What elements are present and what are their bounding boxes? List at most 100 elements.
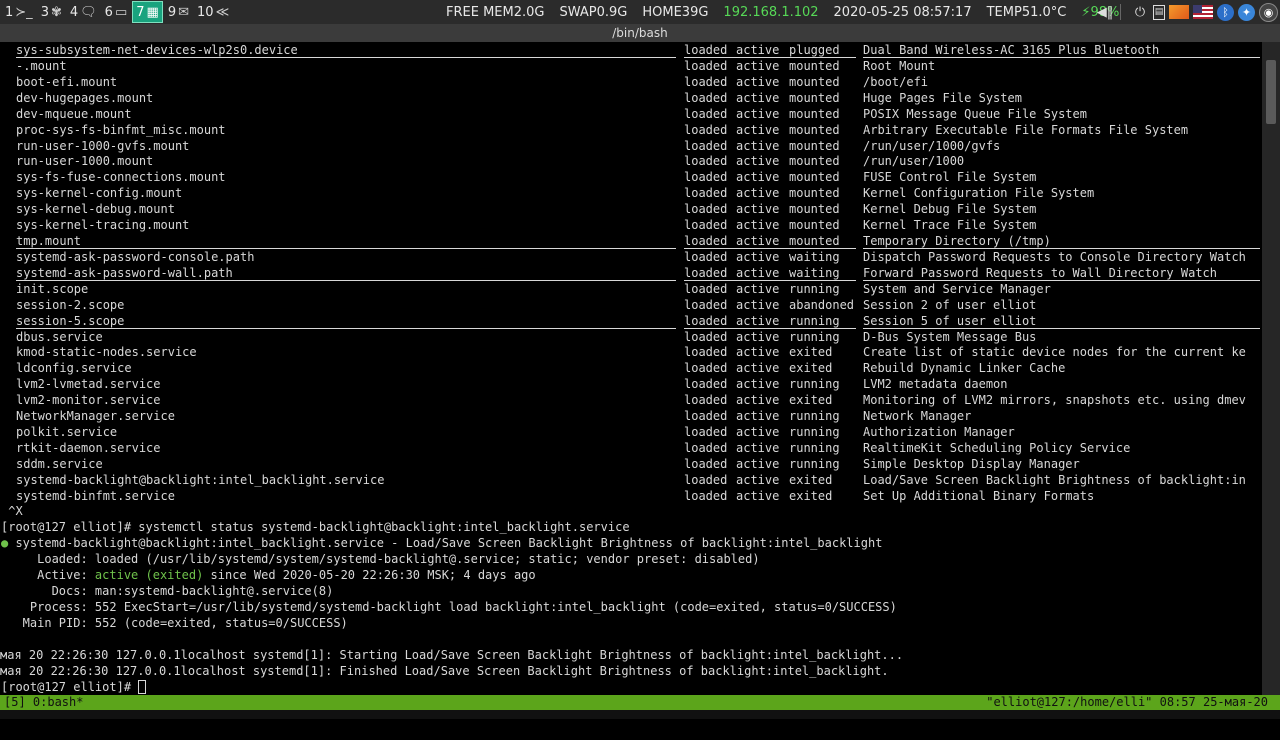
unit-name: dbus.service (16, 329, 103, 344)
volume-icon[interactable]: ◀‖ (1096, 3, 1114, 21)
unit-row: lvm2-lvmetad.service loaded active running L… (0, 376, 1280, 392)
unit-name: polkit.service (16, 425, 118, 440)
unit-load-state: loaded (684, 409, 728, 424)
power-icon[interactable]: ⏻ (1131, 3, 1149, 21)
workspace-7[interactable]: 7 ▦ (132, 1, 163, 23)
unit-load-state: loaded (684, 361, 728, 376)
unit-sub-state: mounted (789, 74, 840, 89)
unit-row: systemd-ask-password-wall.path loaded acti… (0, 265, 1280, 281)
unit-active-state: active (736, 297, 780, 312)
unit-sub-state: exited (789, 488, 833, 503)
unit-description: Session 2 of user elliot (863, 297, 1037, 312)
mail-icon: ✉ (178, 4, 190, 20)
unit-name: init.scope (16, 281, 89, 296)
unit-active-state: active (736, 58, 780, 73)
unit-load-state: loaded (684, 345, 728, 360)
unit-sub-state: running (789, 409, 840, 424)
us-flag-icon[interactable] (1193, 5, 1213, 19)
unit-load-state: loaded (684, 488, 728, 503)
status-main-pid: Main PID: 552 (code=exited, status=0/SUC… (1, 615, 348, 631)
unit-sub-state: mounted (789, 138, 840, 153)
unit-description: Network Manager (863, 409, 972, 424)
unit-load-state: loaded (684, 90, 728, 105)
unit-description: LVM2 metadata daemon (863, 377, 1008, 392)
unit-load-state: loaded (684, 234, 728, 249)
unit-name: lvm2-monitor.service (16, 393, 161, 408)
workspace-number: 10 (197, 4, 214, 20)
unit-description: Set Up Additional Binary Formats (863, 488, 1095, 503)
workspace-3[interactable]: 3 ✾ (38, 1, 65, 23)
bottom-edge (0, 710, 1280, 719)
journal-text: мая 20 22:26:30 127.0.0.1localhost syste… (0, 648, 904, 662)
unit-name: sys-kernel-tracing.mount (16, 218, 190, 233)
app-indicator-icon[interactable]: ◉ (1259, 2, 1278, 22)
unit-active-state: active (736, 425, 780, 440)
unit-load-state: loaded (684, 43, 728, 57)
unit-description: Arbitrary Executable File Formats File S… (863, 122, 1189, 137)
unit-load-state: loaded (684, 281, 728, 296)
unit-active-state: active (736, 43, 780, 57)
unit-load-state: loaded (684, 425, 728, 440)
bluetooth-icon[interactable]: ᛒ (1217, 3, 1234, 21)
text-cursor[interactable] (138, 680, 147, 694)
workspace-4[interactable]: 4 🗨 (67, 1, 100, 23)
tray-separator (1120, 4, 1121, 20)
unit-name: kmod-static-nodes.service (16, 345, 197, 360)
journal-line-1: мая 20 22:26:30 127.0.0.1localhost syste… (0, 647, 903, 663)
tmux-status-right: "elliot@127:/home/elli" 08:57 25-мая-20 (986, 695, 1268, 709)
status-header-text: systemd-backlight@backlight:intel_backli… (8, 536, 883, 550)
chat-icon: 🗨 (80, 4, 97, 20)
workspace-1[interactable]: 1 ≻_ (2, 1, 36, 23)
workspace-10[interactable]: 10 ≪ (194, 1, 232, 23)
unit-description: Create list of static device nodes for t… (863, 345, 1246, 360)
shell-prompt: [root@127 elliot]# (1, 679, 147, 695)
unit-row: ldconfig.service loaded active exited Rebuil… (0, 360, 1280, 376)
unit-description: RealtimeKit Scheduling Policy Service (863, 441, 1131, 455)
tmux-window-list[interactable]: [5] 0:bash* (4, 695, 83, 710)
terminal-icon: ≻_ (15, 4, 33, 20)
unit-load-state: loaded (684, 441, 728, 455)
active-label: Active: (1, 568, 95, 582)
unit-name: proc-sys-fs-binfmt_misc.mount (16, 122, 226, 137)
unit-description: /run/user/1000/gvfs (863, 138, 1001, 153)
unit-sub-state: waiting (789, 249, 840, 264)
unit-description: /boot/efi (863, 74, 929, 89)
status-header: ● systemd-backlight@backlight:intel_back… (1, 535, 882, 551)
workspace-number: 6 (104, 4, 113, 20)
unit-load-state: loaded (684, 170, 728, 185)
unit-row: run-user-1000-gvfs.mount loaded active moun… (0, 138, 1280, 154)
unit-active-state: active (736, 74, 780, 89)
unit-description: D-Bus System Message Bus (863, 329, 1037, 344)
unit-active-state: active (736, 218, 780, 233)
unit-load-state: loaded (684, 393, 728, 408)
unit-row: polkit.service loaded active running Authori… (0, 424, 1280, 440)
unit-sub-state: abandoned (789, 297, 855, 312)
terminal[interactable]: sys-subsystem-net-devices-wlp2s0.device l… (0, 42, 1280, 695)
image-viewer-icon[interactable] (1169, 5, 1189, 19)
unit-row: systemd-binfmt.service loaded active exited… (0, 488, 1280, 504)
clock[interactable]: 2020-05-25 08:57:17 (834, 5, 972, 20)
top-panel: 1 ≻_ 3 ✾ 4 🗨 6 ▭ 7 ▦ 9 ✉ 10 ≪ FREE MEM2.0G SWAP0.9G H… (0, 0, 1280, 24)
unit-name: run-user-1000.mount (16, 154, 154, 169)
unit-active-state: active (736, 234, 780, 249)
unit-name: ldconfig.service (16, 361, 132, 376)
workspace-9[interactable]: 9 ✉ (165, 1, 192, 23)
scrollbar[interactable] (1262, 42, 1280, 695)
clipboard-icon[interactable]: ▤ (1153, 4, 1165, 20)
unit-active-state: active (736, 409, 780, 424)
scrollbar-thumb[interactable] (1266, 60, 1276, 124)
network-icon[interactable]: ✦ (1238, 3, 1255, 21)
unit-row: session-2.scope loaded active abandoned Sess… (0, 297, 1280, 313)
ip-address: 192.168.1.102 (723, 4, 819, 20)
unit-row: dev-mqueue.mount loaded active mounted POSIX… (0, 106, 1280, 122)
unit-sub-state: exited (789, 472, 833, 487)
system-tray: ◀‖ ⏻ ▤ ᛒ ✦ ◉ (1092, 2, 1278, 22)
workspace-6[interactable]: 6 ▭ (102, 1, 131, 23)
chevron-double-icon: ≪ (215, 4, 230, 20)
unit-active-state: active (736, 377, 780, 392)
unit-name: systemd-binfmt.service (16, 488, 175, 503)
unit-load-state: loaded (684, 106, 728, 121)
unit-name: -.mount (16, 58, 67, 73)
unit-name: sddm.service (16, 456, 103, 471)
workspace-number: 1 (5, 4, 14, 20)
